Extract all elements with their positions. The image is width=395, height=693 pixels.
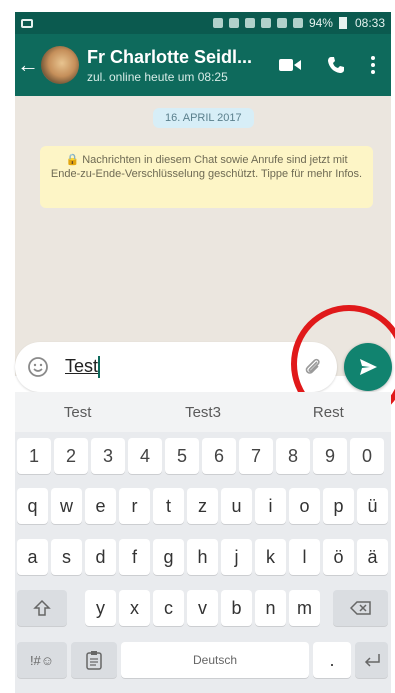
key-k[interactable]: k <box>255 539 286 575</box>
number-row: 1 2 3 4 5 6 7 8 9 0 <box>15 438 391 476</box>
send-button[interactable] <box>344 343 392 391</box>
wifi-icon <box>276 18 287 28</box>
letter-row-2: a s d f g h j k l ö ä <box>15 539 391 577</box>
key-ue[interactable]: ü <box>357 488 388 524</box>
emoji-icon[interactable] <box>25 354 51 380</box>
attach-icon[interactable] <box>299 353 327 381</box>
key-c[interactable]: c <box>153 590 184 626</box>
letter-row-3: y x c v b n m <box>15 590 391 628</box>
last-seen: zul. online heute um 08:25 <box>87 69 228 84</box>
symbols-key[interactable]: !#☺ <box>17 642 67 678</box>
key-y[interactable]: y <box>85 590 116 626</box>
video-call-icon[interactable] <box>279 58 301 72</box>
chat-area[interactable]: 16. APRIL 2017 🔒 Nachrichten in diesem C… <box>15 96 391 376</box>
key-x[interactable]: x <box>119 590 150 626</box>
enter-icon <box>364 654 380 667</box>
suggestion-2[interactable]: Test3 <box>140 404 265 421</box>
key-s[interactable]: s <box>51 539 82 575</box>
key-f[interactable]: f <box>119 539 150 575</box>
key-4[interactable]: 4 <box>128 438 162 474</box>
key-g[interactable]: g <box>153 539 184 575</box>
key-u[interactable]: u <box>221 488 252 524</box>
bottom-row: !#☺ Deutsch . <box>15 642 391 680</box>
key-9[interactable]: 9 <box>313 438 347 474</box>
key-d[interactable]: d <box>85 539 116 575</box>
shift-icon <box>33 599 51 616</box>
key-q[interactable]: q <box>17 488 48 524</box>
nfc-icon <box>228 18 239 28</box>
vibrate-icon <box>260 18 271 28</box>
backspace-icon <box>349 601 371 615</box>
clipboard-icon <box>86 651 102 670</box>
phone-icon[interactable] <box>327 56 345 74</box>
period-key[interactable]: . <box>313 642 351 678</box>
encryption-notice[interactable]: 🔒 Nachrichten in diesem Chat sowie Anruf… <box>40 146 373 208</box>
suggestion-1[interactable]: Test <box>15 404 140 421</box>
key-0[interactable]: 0 <box>350 438 384 474</box>
key-t[interactable]: t <box>153 488 184 524</box>
key-h[interactable]: h <box>187 539 218 575</box>
send-icon <box>360 359 377 375</box>
letter-row-1: q w e r t z u i o p ü <box>15 488 391 526</box>
key-ae[interactable]: ä <box>357 539 388 575</box>
battery-percent: 94% <box>308 16 333 30</box>
status-indicators: 94% 08:33 <box>212 16 385 30</box>
date-label: 16. APRIL 2017 <box>153 108 254 128</box>
key-oe[interactable]: ö <box>323 539 354 575</box>
enter-key[interactable] <box>355 642 388 678</box>
key-n[interactable]: n <box>255 590 286 626</box>
key-7[interactable]: 7 <box>239 438 273 474</box>
key-2[interactable]: 2 <box>54 438 88 474</box>
keyboard: 1 2 3 4 5 6 7 8 9 0 q w e r t z u i o p … <box>15 432 391 693</box>
key-3[interactable]: 3 <box>91 438 125 474</box>
clipboard-key[interactable] <box>71 642 117 678</box>
backspace-key[interactable] <box>333 590 388 626</box>
message-notification-icon <box>21 17 41 29</box>
text-cursor <box>98 356 101 379</box>
key-b[interactable]: b <box>221 590 252 626</box>
signal-icon <box>292 18 303 28</box>
alarm-icon <box>212 18 223 28</box>
message-compose-field[interactable]: Test <box>15 342 337 392</box>
clock: 08:33 <box>354 16 385 30</box>
key-6[interactable]: 6 <box>202 438 236 474</box>
back-arrow-icon[interactable]: ← <box>15 34 41 96</box>
key-a[interactable]: a <box>17 539 48 575</box>
suggestion-3[interactable]: Rest <box>266 404 391 421</box>
key-o[interactable]: o <box>289 488 320 524</box>
shift-key[interactable] <box>17 590 67 626</box>
key-z[interactable]: z <box>187 488 218 524</box>
key-p[interactable]: p <box>323 488 354 524</box>
bluetooth-icon <box>244 18 255 28</box>
key-e[interactable]: e <box>85 488 116 524</box>
contact-name: Fr Charlotte Seidl... <box>87 46 253 67</box>
key-l[interactable]: l <box>289 539 320 575</box>
key-5[interactable]: 5 <box>165 438 199 474</box>
key-r[interactable]: r <box>119 488 150 524</box>
key-8[interactable]: 8 <box>276 438 310 474</box>
key-j[interactable]: j <box>221 539 252 575</box>
suggestion-bar: Test Test3 Rest <box>15 392 391 432</box>
menu-icon[interactable] <box>371 56 375 74</box>
message-input-text: Test <box>65 355 99 376</box>
key-1[interactable]: 1 <box>17 438 51 474</box>
status-bar: 94% 08:33 <box>15 12 391 34</box>
key-v[interactable]: v <box>187 590 218 626</box>
key-m[interactable]: m <box>289 590 320 626</box>
key-w[interactable]: w <box>51 488 82 524</box>
battery-icon <box>338 17 347 29</box>
message-input[interactable]: Test <box>65 355 101 379</box>
key-i[interactable]: i <box>255 488 286 524</box>
chat-header: ← Fr Charlotte Seidl... zul. online heut… <box>15 34 391 96</box>
contact-info[interactable]: Fr Charlotte Seidl... zul. online heute … <box>87 47 279 84</box>
avatar[interactable] <box>41 46 79 84</box>
space-key[interactable]: Deutsch <box>121 642 309 678</box>
